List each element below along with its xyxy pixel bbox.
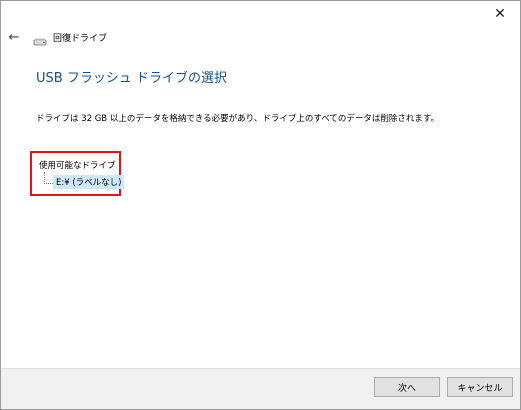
back-button[interactable]: ← xyxy=(7,29,21,45)
footer-bar: 次へ キャンセル xyxy=(1,368,520,409)
cancel-button[interactable]: キャンセル xyxy=(447,377,513,397)
back-arrow-icon: ← xyxy=(8,29,20,45)
window-title: 回復ドライブ xyxy=(53,33,108,44)
drive-list-item[interactable]: E:¥ (ラベルなし) xyxy=(53,175,125,189)
recovery-drive-window: ✕ ← 回復ドライブ USB フラッシュ ドライブの選択 ドライブは 32 GB… xyxy=(0,0,521,410)
page-title: USB フラッシュ ドライブの選択 xyxy=(36,71,227,86)
description-text: ドライブは 32 GB 以上のデータを格納できる必要があり、ドライブ上のすべての… xyxy=(36,114,440,124)
drive-icon xyxy=(33,32,47,46)
close-icon: ✕ xyxy=(494,6,506,22)
close-button[interactable]: ✕ xyxy=(480,1,520,27)
tree-connector xyxy=(44,172,53,184)
next-button[interactable]: 次へ xyxy=(374,377,440,397)
navigation-bar: ← 回復ドライブ xyxy=(7,29,108,46)
available-drives-label: 使用可能なドライブ xyxy=(39,161,116,171)
